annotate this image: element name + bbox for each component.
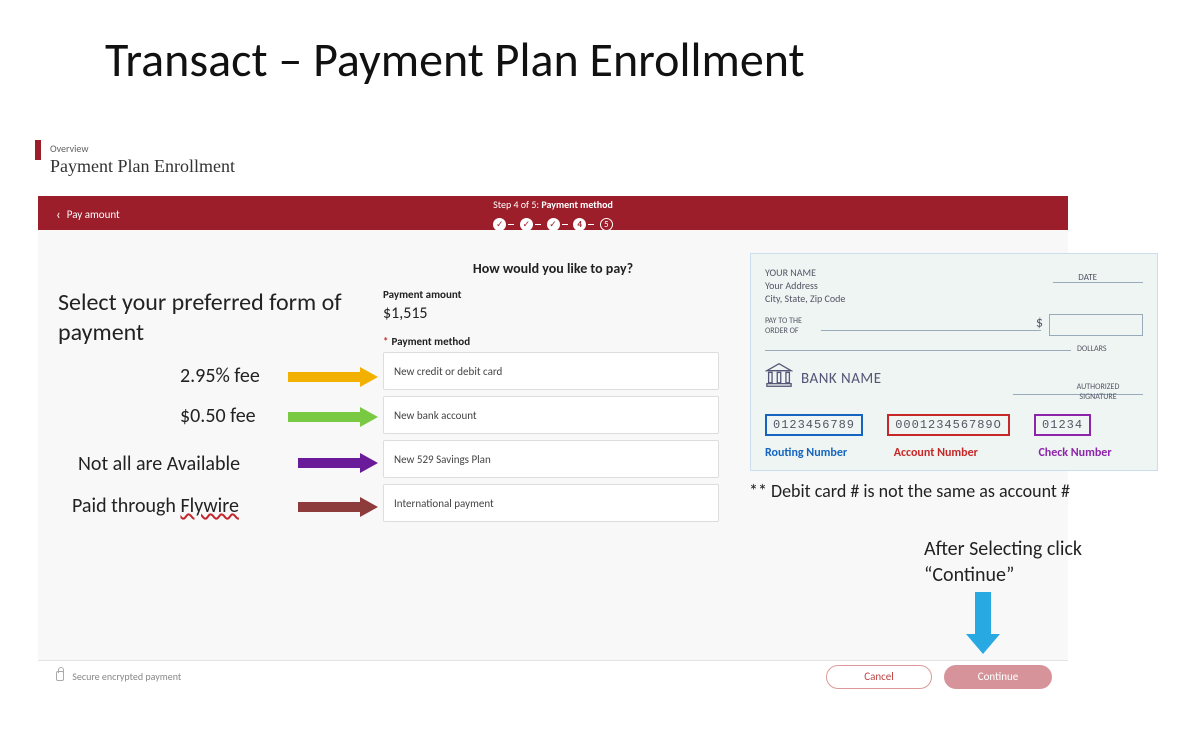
cancel-button[interactable]: Cancel — [826, 665, 932, 689]
step-dot-1 — [493, 218, 506, 231]
check-number-box: 01234 — [1034, 414, 1091, 436]
slide-title: Transact – Payment Plan Enrollment — [105, 30, 805, 89]
brand-stripe — [35, 140, 41, 160]
page-title: Payment Plan Enrollment — [50, 156, 235, 177]
arrow-icon-529 — [298, 453, 378, 473]
annotation-instruction: Select your preferred form of payment — [58, 288, 358, 348]
amount-value: $1,515 — [383, 304, 428, 323]
option-bank-account[interactable]: New bank account — [383, 396, 719, 434]
step-dot-4: 4 — [573, 218, 586, 231]
annotation-529: Not all are Available — [78, 452, 240, 476]
check-bank-name: BANK NAME — [801, 370, 882, 388]
option-international[interactable]: International payment — [383, 484, 719, 522]
check-payee-block: YOUR NAME Your Address City, State, Zip … — [765, 266, 845, 305]
step-dot-5: 5 — [600, 218, 613, 231]
annotation-fee-credit: 2.95% fee — [180, 364, 260, 388]
step-current-name: Payment method — [541, 198, 612, 211]
arrow-icon-bank — [288, 407, 378, 427]
arrow-icon-credit — [288, 367, 378, 387]
method-label: *Payment method — [383, 335, 470, 348]
continue-button[interactable]: Continue — [944, 665, 1052, 689]
secure-label: Secure encrypted payment — [56, 670, 181, 683]
breadcrumb[interactable]: Overview — [50, 142, 88, 155]
annotation-fee-bank: $0.50 fee — [180, 404, 256, 428]
check-micr-line: 0123456789 000123456789O 01234 — [765, 414, 1107, 436]
account-number-box: 000123456789O — [887, 414, 1010, 436]
step-dot-3 — [547, 218, 560, 231]
option-credit-card[interactable]: New credit or debit card — [383, 352, 719, 390]
step-label: Step 4 of 5: Payment method — [38, 198, 1068, 211]
check-dollars-label: DOLLARS — [1077, 344, 1107, 354]
sample-check: YOUR NAME Your Address City, State, Zip … — [750, 253, 1158, 471]
progress-bar: Pay amount Step 4 of 5: Payment method 4… — [38, 196, 1068, 230]
step-prefix: Step 4 of 5: — [493, 198, 539, 211]
arrow-down-icon — [966, 592, 1000, 654]
lock-icon — [56, 671, 64, 681]
option-529-savings[interactable]: New 529 Savings Plan — [383, 440, 719, 478]
annotation-intl: Paid through Flywire — [72, 494, 239, 518]
amount-label: Payment amount — [383, 288, 461, 301]
annotation-after-select: After Selecting click “Continue” — [924, 536, 1144, 588]
bank-icon — [765, 362, 793, 388]
routing-number-box: 0123456789 — [765, 414, 863, 436]
check-amount-box — [1049, 314, 1143, 336]
check-micr-labels: Routing Number Account Number Check Numb… — [765, 446, 1112, 460]
check-payto-label: PAY TO THE ORDER OF — [765, 316, 802, 336]
dollar-sign-icon: $ — [1036, 314, 1043, 331]
arrow-icon-intl — [298, 497, 378, 517]
step-dot-2 — [520, 218, 533, 231]
annotation-debit-warning: ** Debit card # is not the same as accou… — [749, 480, 1070, 502]
footer-bar: Secure encrypted payment Cancel Continue — [38, 660, 1068, 692]
check-auth-sig: AUTHORIZED SIGNATURE — [1053, 382, 1143, 402]
